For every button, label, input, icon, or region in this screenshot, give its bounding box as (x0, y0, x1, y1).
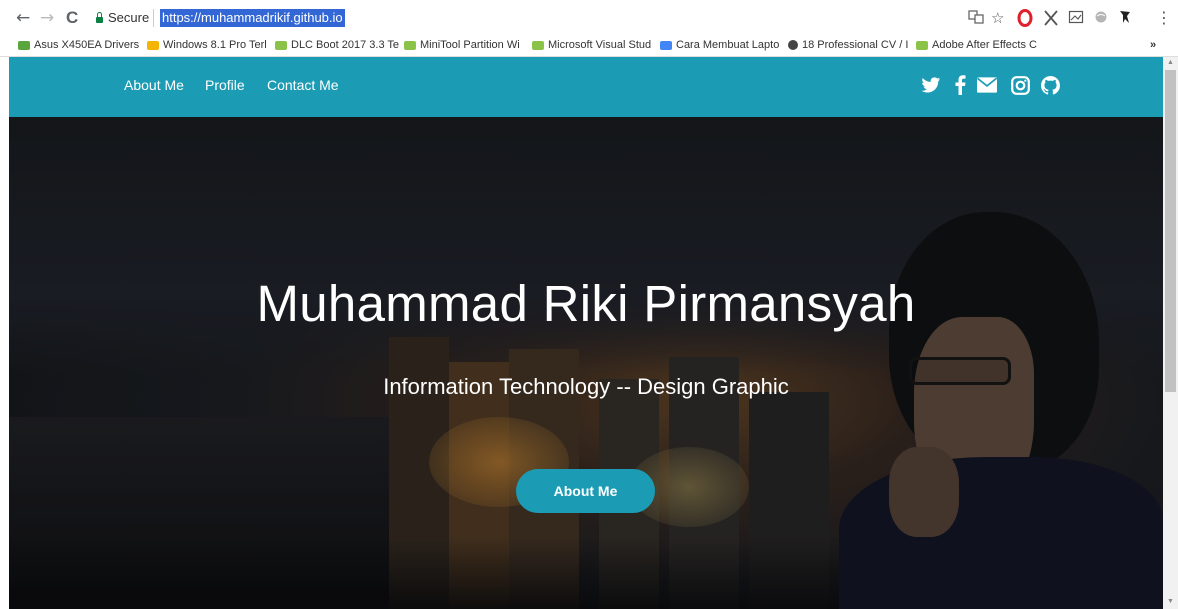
bookmark-label: Adobe After Effects C (932, 39, 1037, 51)
wordpress-icon (788, 40, 798, 50)
scrollbar-thumb[interactable] (1165, 70, 1176, 392)
browser-menu-icon[interactable]: ⋮ (1156, 9, 1172, 27)
instagram-icon[interactable] (1010, 75, 1030, 95)
bookmark-label: Asus X450EA Drivers (34, 39, 140, 51)
bookmark-label: MiniTool Partition Wi (420, 39, 520, 51)
bookmarks-bar: Asus X450EA Drivers Windows 8.1 Pro Terl… (0, 37, 1178, 57)
reload-button[interactable]: C (66, 8, 78, 28)
bookmark-label: Windows 8.1 Pro Terl (163, 39, 267, 51)
bookmark-favicon-icon (532, 40, 544, 50)
forward-button[interactable]: → (40, 8, 54, 28)
bookmark-favicon-icon (275, 40, 287, 50)
bookmark-item[interactable]: Windows 8.1 Pro Terl (147, 39, 267, 51)
bookmark-label: Cara Membuat Lapto (676, 39, 780, 51)
facebook-icon[interactable] (950, 75, 970, 95)
scroll-up-icon[interactable]: ▲ (1167, 59, 1174, 66)
x-extension-icon[interactable] (1043, 9, 1059, 31)
bookmark-item[interactable]: Microsoft Visual Stud (532, 39, 651, 51)
secure-indicator[interactable]: Secure (96, 10, 149, 25)
translate-icon[interactable] (968, 9, 984, 31)
bookmark-item[interactable]: Adobe After Effects C (916, 39, 1037, 51)
bookmark-star-icon[interactable]: ☆ (991, 9, 1004, 27)
hero-overlay (9, 117, 1163, 609)
bookmark-item[interactable]: Asus X450EA Drivers (18, 39, 139, 51)
github-icon[interactable] (1040, 75, 1060, 95)
bookmark-label: DLC Boot 2017 3.3 Te (291, 39, 400, 51)
bookmark-favicon-icon (18, 40, 30, 50)
hero-section: Muhammad Riki Pirmansyah Information Tec… (9, 117, 1163, 609)
secure-label: Secure (108, 10, 150, 25)
url-field[interactable]: https://muhammadrikif.github.io (160, 9, 345, 27)
bookmark-favicon-icon (916, 40, 928, 50)
screenshot-extension-icon[interactable] (1068, 9, 1084, 29)
bookmark-item[interactable]: 18 Professional CV / I (788, 39, 908, 51)
lock-icon (96, 11, 103, 23)
hero-about-me-button[interactable]: About Me (516, 469, 655, 513)
back-button[interactable]: ← (16, 8, 30, 28)
nav-contact-me[interactable]: Contact Me (267, 77, 339, 93)
bookmark-item[interactable]: MiniTool Partition Wi (404, 39, 520, 51)
bookmark-label: 18 Professional CV / I (802, 39, 909, 51)
hero-subtitle: Information Technology -- Design Graphic (383, 374, 789, 399)
wolf-extension-icon[interactable] (1117, 9, 1133, 29)
hero-title: Muhammad Riki Pirmansyah (256, 275, 916, 332)
more-bookmarks-button[interactable]: » (1150, 39, 1156, 51)
bookmark-item[interactable]: Cara Membuat Lapto (660, 39, 779, 51)
nav-about-me[interactable]: About Me (124, 77, 184, 93)
scroll-down-icon[interactable]: ▼ (1167, 598, 1174, 605)
bookmark-favicon-icon (660, 40, 672, 50)
opera-icon[interactable] (1017, 9, 1033, 31)
website-viewport: About Me Profile Contact Me Muhammad Rik… (9, 57, 1163, 609)
site-navbar: About Me Profile Contact Me (9, 57, 1163, 117)
nav-profile[interactable]: Profile (205, 77, 245, 93)
bookmark-label: Microsoft Visual Stud (548, 39, 652, 51)
twitter-icon[interactable] (921, 75, 941, 95)
bookmark-item[interactable]: DLC Boot 2017 3.3 Te (275, 39, 399, 51)
envelope-icon[interactable] (977, 75, 997, 95)
bookmark-favicon-icon (404, 40, 416, 50)
globe-extension-icon[interactable] (1093, 9, 1109, 29)
omnibox-divider (153, 9, 154, 27)
browser-toolbar: ← → C Secure https://muhammadrikif.githu… (0, 0, 1178, 37)
bookmark-favicon-icon (147, 40, 159, 50)
